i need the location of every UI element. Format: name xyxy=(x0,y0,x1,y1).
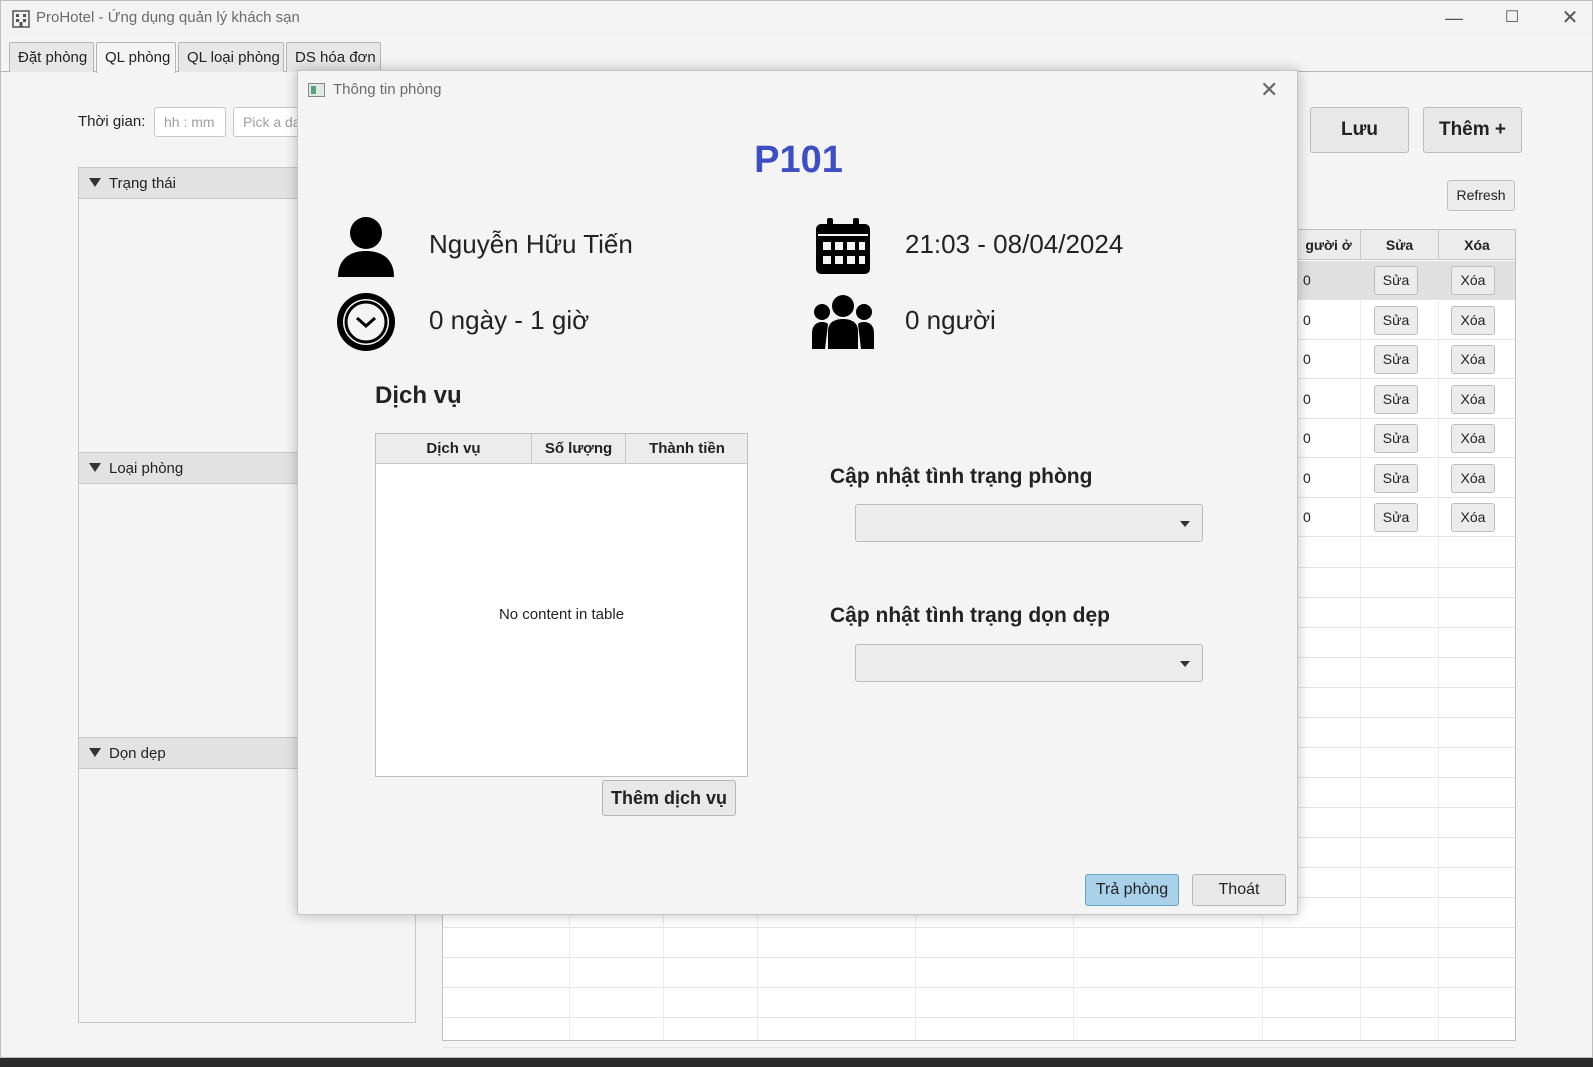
time-label: Thời gian: xyxy=(78,113,146,130)
delete-row-button[interactable]: Xóa xyxy=(1451,345,1495,374)
user-icon xyxy=(338,217,394,277)
delete-row-button[interactable]: Xóa xyxy=(1451,384,1495,414)
app-window: ProHotel - Ứng dụng quản lý khách sạn — … xyxy=(0,0,1593,1058)
chevron-down-icon xyxy=(1180,661,1190,667)
stay-duration: 0 ngày - 1 giờ xyxy=(429,305,590,335)
checkout-button[interactable]: Trả phòng xyxy=(1085,874,1179,906)
maximize-icon[interactable]: ☐ xyxy=(1489,5,1535,31)
room-table-header: gười ở Sửa Xóa xyxy=(1297,230,1515,260)
pane-label: Trạng thái xyxy=(109,175,176,192)
collapse-arrow-icon xyxy=(89,178,101,187)
empty-table-row xyxy=(443,988,1515,1018)
edit-row-button[interactable]: Sửa xyxy=(1374,266,1418,295)
occupant-cell: 0 xyxy=(1303,351,1311,367)
room-status-title: Cập nhật tình trạng phòng xyxy=(830,465,1093,488)
dialog-window-icon xyxy=(308,83,325,97)
room-info-dialog: Thông tin phòng ✕ P101 Nguyễn Hữu Tiến 2… xyxy=(297,70,1298,915)
services-title: Dịch vụ xyxy=(375,382,462,409)
empty-table-row xyxy=(443,928,1515,958)
edit-row-button[interactable]: Sửa xyxy=(1374,424,1418,453)
collapse-arrow-icon xyxy=(89,463,101,472)
add-service-button[interactable]: Thêm dịch vụ xyxy=(602,780,736,816)
checkin-time: 21:03 - 08/04/2024 xyxy=(905,229,1124,259)
close-icon[interactable]: ✕ xyxy=(1547,5,1593,31)
hotel-icon xyxy=(12,10,30,28)
window-title: ProHotel - Ứng dụng quản lý khách sạn xyxy=(36,9,300,26)
cleaning-status-title: Cập nhật tình trạng dọn dẹp xyxy=(830,604,1110,627)
tab-ql-loai-phong[interactable]: QL loại phòng xyxy=(178,42,284,72)
group-icon xyxy=(812,295,874,349)
room-status-select[interactable] xyxy=(855,504,1203,542)
column-header[interactable]: Sửa xyxy=(1360,230,1438,260)
delete-row-button[interactable]: Xóa xyxy=(1451,463,1495,493)
room-name: P101 xyxy=(754,139,843,181)
taskbar-strip xyxy=(0,1058,1593,1067)
delete-row-button[interactable]: Xóa xyxy=(1451,266,1495,295)
empty-table-message: No content in table xyxy=(498,606,625,623)
guest-name: Nguyễn Hữu Tiến xyxy=(429,229,633,259)
minimize-icon[interactable]: — xyxy=(1431,5,1477,31)
column-header[interactable]: gười ở xyxy=(1297,230,1360,260)
time-input[interactable]: hh : mm xyxy=(154,107,226,137)
column-header[interactable]: Dịch vụ xyxy=(376,434,532,464)
chevron-down-icon xyxy=(1180,521,1190,527)
cleaning-status-select[interactable] xyxy=(855,644,1203,682)
calendar-icon xyxy=(816,218,870,274)
edit-row-button[interactable]: Sửa xyxy=(1374,463,1418,493)
pane-label: Dọn dẹp xyxy=(109,745,166,762)
occupant-cell: 0 xyxy=(1303,469,1311,486)
pane-label: Loại phòng xyxy=(109,460,184,477)
column-header[interactable]: Thành tiền xyxy=(626,434,748,464)
collapse-arrow-icon xyxy=(89,748,101,757)
column-header[interactable]: Số lượng xyxy=(532,434,626,464)
delete-row-button[interactable]: Xóa xyxy=(1451,503,1495,532)
clock-icon xyxy=(337,293,395,351)
dialog-title: Thông tin phòng xyxy=(333,81,442,98)
occupant-cell: 0 xyxy=(1303,272,1311,288)
tab-dat-phong[interactable]: Đặt phòng xyxy=(9,42,94,72)
tab-ql-phong[interactable]: QL phòng xyxy=(96,42,176,73)
edit-row-button[interactable]: Sửa xyxy=(1374,345,1418,374)
edit-row-button[interactable]: Sửa xyxy=(1374,384,1418,414)
edit-row-button[interactable]: Sửa xyxy=(1374,305,1418,335)
tab-ds-hoa-don[interactable]: DS hóa đơn xyxy=(286,42,381,72)
exit-button[interactable]: Thoát xyxy=(1192,874,1286,906)
add-room-button[interactable]: Thêm + xyxy=(1423,107,1522,153)
occupant-cell: 0 xyxy=(1303,390,1311,407)
column-header[interactable]: Xóa xyxy=(1438,230,1515,260)
occupant-cell: 0 xyxy=(1303,430,1311,446)
save-button[interactable]: Lưu xyxy=(1310,107,1409,153)
edit-row-button[interactable]: Sửa xyxy=(1374,503,1418,532)
delete-row-button[interactable]: Xóa xyxy=(1451,424,1495,453)
occupant-cell: 0 xyxy=(1303,311,1311,328)
services-table-header: Dịch vụ Số lượng Thành tiền xyxy=(376,434,747,464)
occupant-cell: 0 xyxy=(1303,509,1311,525)
dialog-close-icon[interactable]: ✕ xyxy=(1260,77,1278,103)
empty-table-row xyxy=(443,1018,1515,1048)
delete-row-button[interactable]: Xóa xyxy=(1451,305,1495,335)
empty-table-row xyxy=(443,958,1515,988)
title-bar: ProHotel - Ứng dụng quản lý khách sạn — … xyxy=(1,1,1592,35)
occupant-count: 0 người xyxy=(905,305,996,335)
services-table: Dịch vụ Số lượng Thành tiền No content i… xyxy=(375,433,748,777)
refresh-button[interactable]: Refresh xyxy=(1447,180,1515,211)
